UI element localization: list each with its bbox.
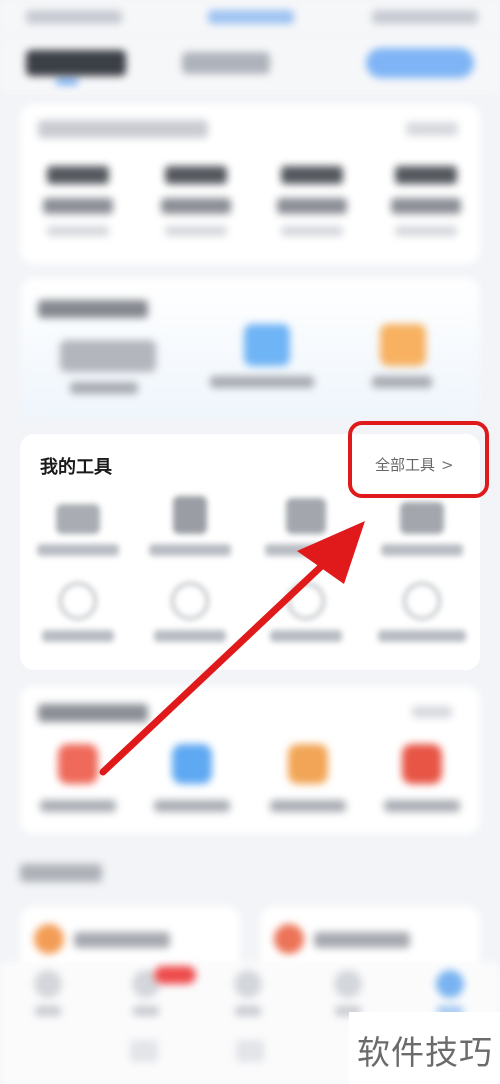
tool-icon [59, 582, 97, 620]
watermark: 软件技巧 [349, 1012, 500, 1084]
data-overview-more-link[interactable] [406, 122, 458, 136]
top-action-button[interactable] [366, 48, 474, 78]
feature-icon [274, 924, 304, 954]
tool-label [154, 630, 226, 642]
watermark-text: 软件技巧 [357, 1033, 493, 1072]
tool-item[interactable] [256, 498, 356, 556]
recommended-more-link[interactable] [412, 706, 452, 718]
creation-item-orange-icon[interactable] [380, 324, 426, 366]
recommended-item[interactable] [372, 744, 472, 812]
creation-item-label [210, 376, 314, 388]
nav-icon [34, 970, 62, 998]
bottom-nav-item[interactable] [328, 970, 368, 1016]
feature-label [314, 932, 410, 948]
nav-icon [436, 970, 464, 998]
app-icon [172, 744, 212, 784]
tool-item[interactable] [372, 502, 472, 556]
feature-label [74, 932, 170, 948]
app-icon [402, 744, 442, 784]
tool-icon [171, 582, 209, 620]
data-overview-card [20, 104, 480, 264]
creation-item-label [70, 382, 138, 394]
bottom-nav-item-active[interactable] [430, 970, 470, 1016]
creation-item-blue-icon[interactable] [244, 324, 290, 366]
stat-item[interactable] [272, 166, 352, 236]
tool-item[interactable] [28, 582, 128, 642]
recommended-item[interactable] [142, 744, 242, 812]
tab-secondary[interactable] [182, 52, 270, 74]
stat-item[interactable] [38, 166, 118, 236]
tab-active-underline [56, 80, 78, 84]
tool-icon [173, 496, 207, 534]
status-bar [0, 0, 500, 36]
tool-label [270, 630, 342, 642]
annotation-highlight-box [348, 421, 489, 498]
tool-item[interactable] [372, 582, 472, 642]
bottom-nav-secondary [130, 1040, 158, 1062]
recommended-card [20, 686, 480, 834]
app-icon [288, 744, 328, 784]
top-navigation [0, 36, 500, 94]
status-carrier [26, 10, 122, 24]
tool-icon [286, 498, 326, 534]
tool-item[interactable] [140, 496, 240, 556]
tool-icon [56, 504, 100, 534]
stat-item[interactable] [156, 166, 236, 236]
feature-icon [34, 924, 64, 954]
tool-label [37, 544, 119, 556]
tool-label [149, 544, 231, 556]
creation-item-label [372, 376, 432, 388]
tool-label [381, 544, 463, 556]
creation-item-image[interactable] [60, 340, 156, 372]
tool-item[interactable] [256, 582, 356, 642]
stat-item[interactable] [386, 166, 466, 236]
data-overview-title [38, 120, 208, 138]
nav-icon [234, 970, 262, 998]
tab-primary[interactable] [26, 50, 126, 76]
tool-icon [400, 502, 444, 534]
nav-icon [334, 970, 362, 998]
tool-label [42, 630, 114, 642]
bottom-nav-item[interactable] [28, 970, 68, 1016]
my-tools-title: 我的工具 [40, 457, 112, 478]
tool-item[interactable] [140, 582, 240, 642]
app-icon [58, 744, 98, 784]
bottom-nav-secondary [236, 1040, 264, 1062]
tool-item[interactable] [28, 504, 128, 556]
bottom-nav-item[interactable] [228, 970, 268, 1016]
creation-center-title [38, 300, 148, 318]
section-title [20, 864, 102, 882]
tool-label [265, 544, 347, 556]
notification-badge [154, 966, 196, 984]
tool-icon [403, 582, 441, 620]
tool-label [378, 630, 466, 642]
tool-icon [287, 582, 325, 620]
creation-center-card [20, 278, 480, 420]
recommended-item[interactable] [28, 744, 128, 812]
status-center-indicator [208, 10, 294, 24]
status-right-icons [372, 10, 478, 24]
recommended-title [38, 704, 148, 722]
recommended-item[interactable] [258, 744, 358, 812]
